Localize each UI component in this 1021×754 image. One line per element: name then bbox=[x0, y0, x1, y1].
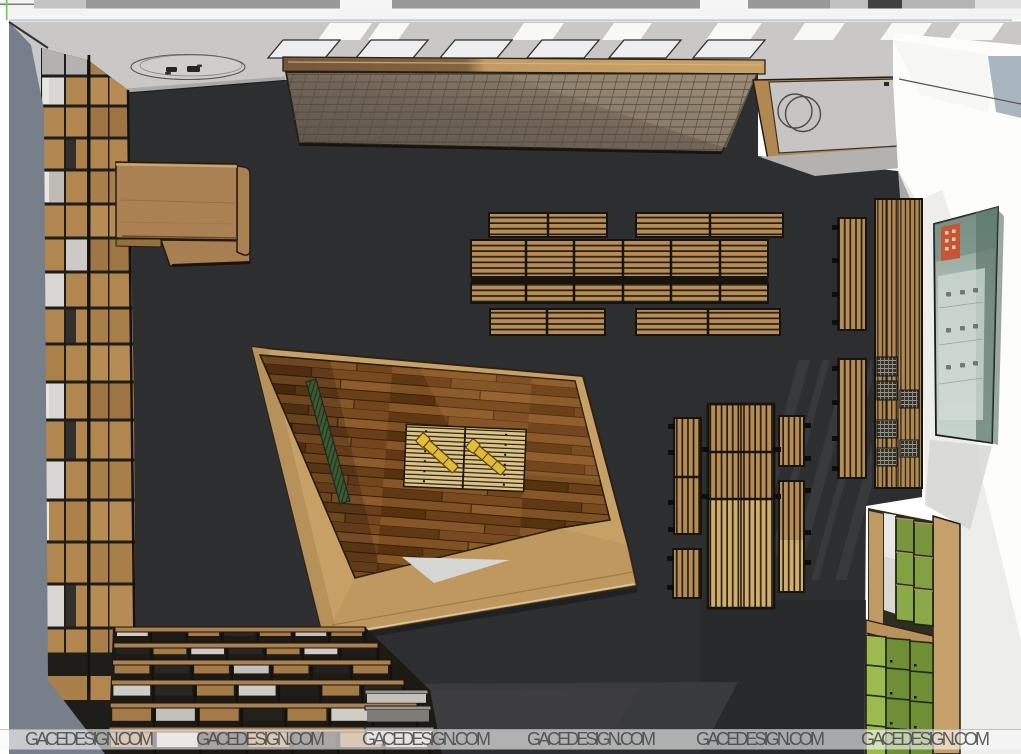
svg-text:GACEDESIGN.COM: GACEDESIGN.COM bbox=[861, 729, 990, 749]
svg-text:GACEDESIGN.COM: GACEDESIGN.COM bbox=[196, 729, 325, 749]
svg-text:GACEDESIGN.COM: GACEDESIGN.COM bbox=[362, 729, 491, 749]
svg-text:GACEDESIGN.COM: GACEDESIGN.COM bbox=[25, 729, 154, 749]
svg-text:GACEDESIGN.COM: GACEDESIGN.COM bbox=[527, 729, 656, 749]
svg-text:GACEDESIGN.COM: GACEDESIGN.COM bbox=[696, 729, 825, 749]
